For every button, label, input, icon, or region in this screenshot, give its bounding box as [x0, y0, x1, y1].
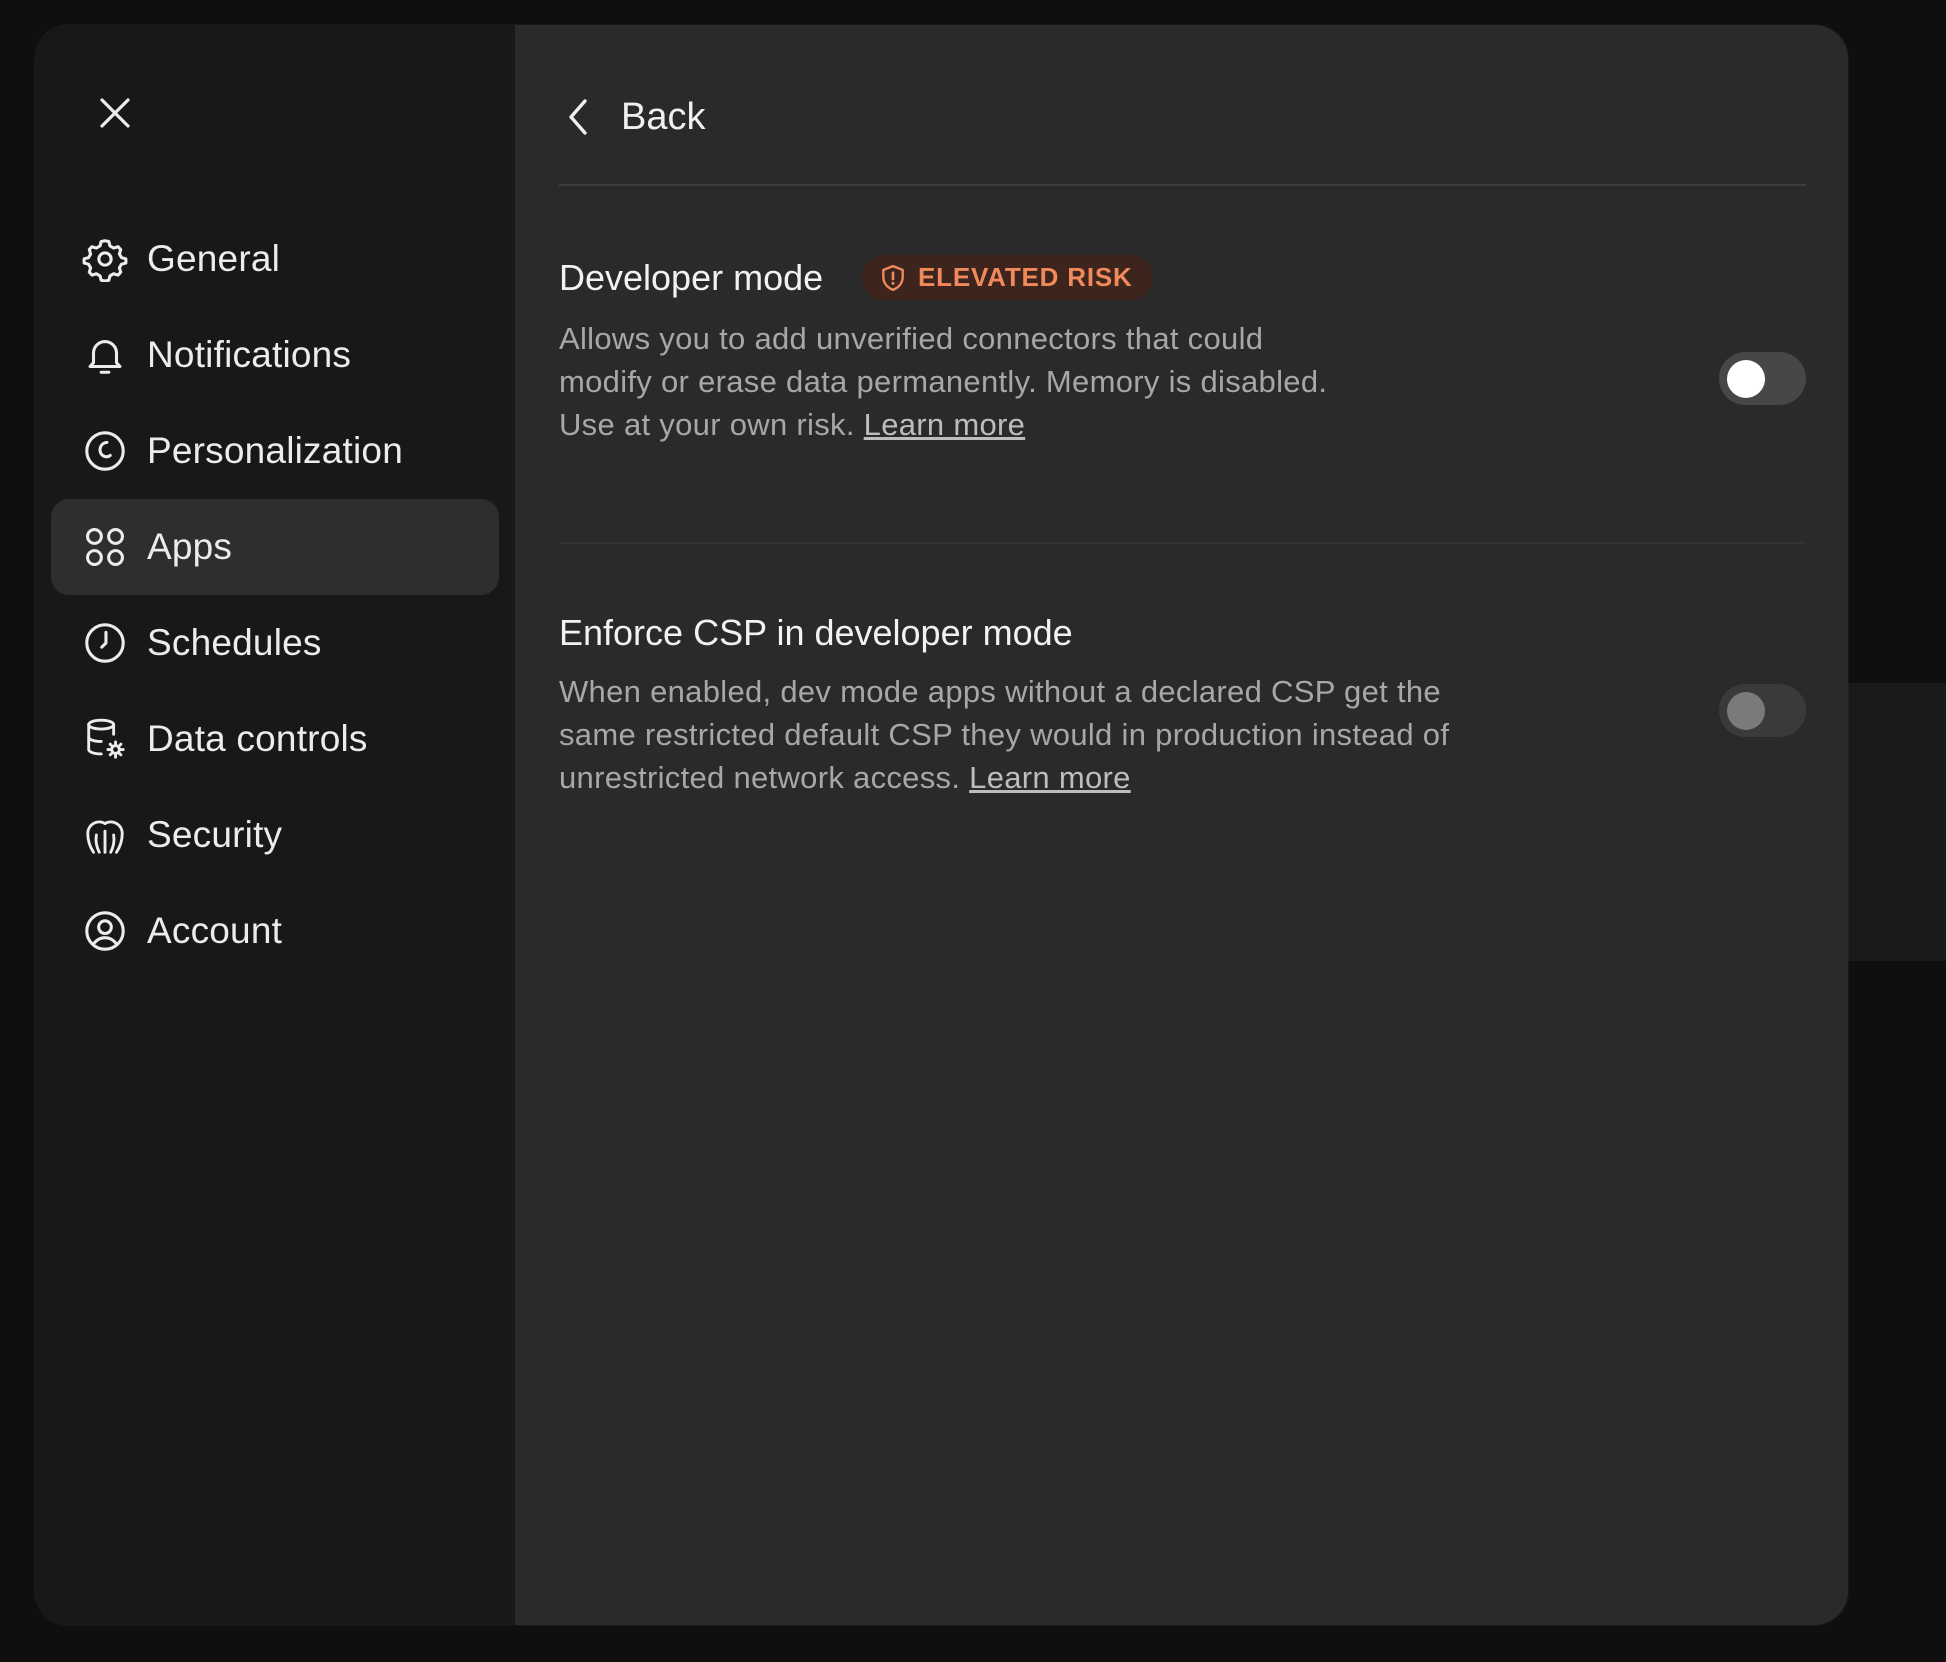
settings-content: Back Developer mode ELEVATED RISK Allows… [515, 25, 1848, 1625]
back-label: Back [621, 95, 706, 138]
sidebar-item-personalization[interactable]: Personalization [51, 403, 499, 499]
bell-icon [81, 331, 129, 379]
clock-icon [81, 619, 129, 667]
sidebar-item-label: Notifications [147, 334, 352, 375]
toggle-knob [1727, 692, 1765, 730]
sidebar-item-apps[interactable]: Apps [51, 499, 499, 595]
database-gear-icon [81, 715, 129, 763]
sidebar-item-label: Data controls [147, 718, 368, 759]
settings-sidebar: General Notifications Personalization Ap… [35, 25, 515, 1625]
shield-alert-icon [882, 264, 904, 291]
personalization-icon [81, 427, 129, 475]
sidebar-item-schedules[interactable]: Schedules [51, 595, 499, 691]
learn-more-link[interactable]: Learn more [969, 760, 1131, 795]
enforce-csp-toggle[interactable] [1719, 684, 1806, 737]
sidebar-item-label: Schedules [147, 622, 322, 663]
user-circle-icon [81, 907, 129, 955]
section-divider [559, 542, 1806, 544]
close-button[interactable] [85, 83, 145, 143]
chevron-left-icon [569, 99, 587, 135]
settings-nav: General Notifications Personalization Ap… [51, 211, 499, 979]
security-icon [81, 811, 129, 859]
elevated-risk-badge: ELEVATED RISK [862, 255, 1153, 300]
sidebar-item-label: Security [147, 814, 283, 855]
developer-mode-toggle[interactable] [1719, 352, 1806, 405]
enforce-csp-description: When enabled, dev mode apps without a de… [559, 670, 1479, 799]
sidebar-item-general[interactable]: General [51, 211, 499, 307]
back-button[interactable]: Back [565, 77, 705, 157]
sidebar-item-notifications[interactable]: Notifications [51, 307, 499, 403]
badge-label: ELEVATED RISK [918, 262, 1133, 292]
toggle-knob [1727, 360, 1765, 398]
close-icon [100, 98, 130, 128]
learn-more-link[interactable]: Learn more [864, 407, 1026, 442]
enforce-csp-title: Enforce CSP in developer mode [559, 612, 1073, 653]
sidebar-item-security[interactable]: Security [51, 787, 499, 883]
sidebar-item-label: Personalization [147, 430, 403, 471]
header-divider [559, 184, 1806, 186]
sidebar-item-data-controls[interactable]: Data controls [51, 691, 499, 787]
developer-mode-title: Developer mode [559, 257, 824, 298]
apps-grid-icon [81, 523, 129, 571]
sidebar-item-account[interactable]: Account [51, 883, 499, 979]
gear-icon [81, 235, 129, 283]
sidebar-item-label: Account [147, 910, 283, 951]
sidebar-item-label: Apps [147, 526, 233, 567]
sidebar-item-label: General [147, 238, 281, 279]
settings-modal: General Notifications Personalization Ap… [35, 25, 1848, 1625]
developer-mode-description: Allows you to add unverified connectors … [559, 317, 1329, 446]
